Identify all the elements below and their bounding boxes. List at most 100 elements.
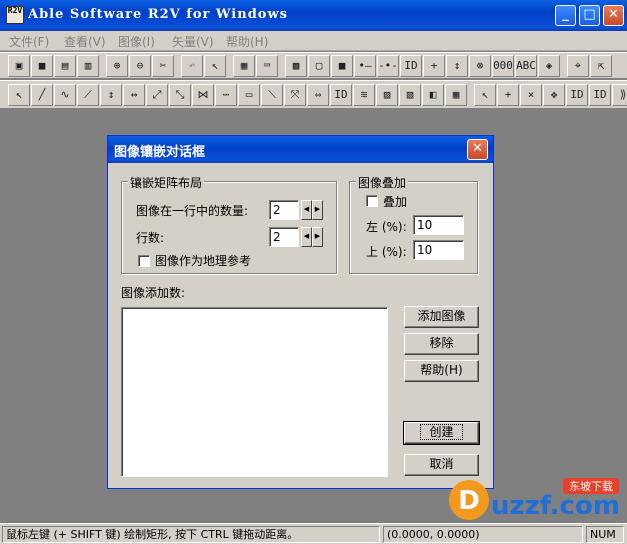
node-move-icon[interactable]: ⤢ [146,83,168,106]
save-image-icon[interactable]: ▤ [54,54,76,77]
menu-file[interactable]: 文件(F) [9,33,49,50]
remove-point-icon[interactable]: × [520,83,542,106]
menu-help[interactable]: 帮助(H) [226,33,268,50]
menu-image[interactable]: 图像(I) [118,33,155,50]
zoom-out-icon[interactable]: ⊖ [129,54,151,77]
line-tool-icon[interactable]: ⟋ [77,83,99,106]
rows-decrease[interactable]: ◀ [301,227,312,247]
more-icon[interactable]: ⟫ [612,83,627,106]
matrix-layout-group-label: 镶嵌矩阵布局 [128,174,205,191]
contour-icon[interactable]: ≋ [353,83,375,106]
horizontal-split-icon[interactable]: ↔ [123,83,145,106]
window-title: Able Software R2V for Windows [28,7,288,22]
left-percent-field[interactable]: 10 [413,215,464,235]
menu-vector[interactable]: 矢量(V) [172,33,214,50]
vector-id-icon[interactable]: ID [589,83,611,106]
images-per-row-label: 图像在一行中的数量: [136,204,249,218]
title-bar: R2V Able Software R2V for Windows _ □ ✕ [0,0,627,31]
smooth-icon[interactable]: ⋯ [215,83,237,106]
move-point-icon[interactable]: ✥ [543,83,565,106]
images-per-row-decrease[interactable]: ◀ [301,200,312,220]
save-icon[interactable]: ■ [31,54,53,77]
overlay-group-label: 图像叠加 [356,174,409,191]
hatch-icon[interactable]: ▨ [376,83,398,106]
diagonal-icon[interactable]: ⟍ [261,83,283,106]
watermark-letter: D [458,486,480,516]
ooo-icon[interactable]: 000 [492,54,514,77]
join-icon[interactable]: ⤡ [169,83,191,106]
delete-point-icon[interactable]: ⊗ [469,54,491,77]
minimize-button[interactable]: _ [555,5,576,26]
left-percent-label: 左 (%): [366,220,407,234]
draw-line-icon[interactable]: ╱ [31,83,53,106]
rows-field[interactable]: 2 [269,227,299,247]
dialog-title-bar: 图像镶嵌对话框 ✕ [108,136,493,163]
id-icon[interactable]: ID [400,54,422,77]
grid-icon[interactable]: ▦ [233,54,255,77]
vector-edit-icon[interactable]: ↖ [8,83,30,106]
break-icon[interactable]: ⋈ [192,83,214,106]
undo-icon[interactable]: ↶ [181,54,203,77]
remove-button[interactable]: 移除 [404,333,479,355]
open-icon[interactable]: ▣ [8,54,30,77]
menu-view[interactable]: 查看(V) [64,33,106,50]
vertical-split-icon[interactable]: ↕ [100,83,122,106]
mosaic-dialog: 图像镶嵌对话框 ✕ 镶嵌矩阵布局 图像在一行中的数量: 2 ◀ ▶ 行数: 2 … [107,135,494,489]
watermark-text: uzzf.com [491,491,620,521]
status-num: NUM [586,526,624,543]
hatch2-icon[interactable]: ▧ [399,83,421,106]
measure-icon[interactable]: ⌖ [567,54,589,77]
polygon-icon[interactable]: ◧ [422,83,444,106]
keyboard-icon[interactable]: ⌨ [256,54,278,77]
expand-icon[interactable]: ⤧ [284,83,306,106]
lasso-icon[interactable]: ∿ [54,83,76,106]
select-arrow-icon[interactable]: ↖ [204,54,226,77]
menu-bar: 文件(F) 查看(V) 图像(I) 矢量(V) 帮助(H) [0,31,627,51]
top-percent-label: 上 (%): [366,245,407,259]
select-add-icon[interactable]: ↖ [474,83,496,106]
add-point-icon[interactable]: + [497,83,519,106]
create-button[interactable]: 创建 [403,421,480,445]
hfit-icon[interactable]: ⇔ [307,83,329,106]
rows-increase[interactable]: ▶ [312,227,323,247]
georef-checkbox[interactable] [138,255,150,267]
dialog-close-button[interactable]: ✕ [467,139,488,160]
target-icon[interactable]: ◈ [538,54,560,77]
fit-icon[interactable]: ▩ [285,54,307,77]
fill-icon[interactable]: ■ [331,54,353,77]
top-percent-field[interactable]: 10 [413,240,464,260]
close-button[interactable]: ✕ [603,5,624,26]
dialog-title: 图像镶嵌对话框 [114,145,206,160]
create-button-label: 创建 [420,424,463,440]
status-hint: 鼠标左键 (+ SHIFT 键) 绘制矩形, 按下 CTRL 键拖动距离。 [2,526,380,543]
save-vector-icon[interactable]: ▥ [77,54,99,77]
cancel-button[interactable]: 取消 [404,454,479,476]
point-id-icon[interactable]: ↕ [446,54,468,77]
image-list[interactable] [121,307,388,477]
rectangle-icon[interactable]: ▭ [238,83,260,106]
status-coordinates: (0.0000, 0.0000) [383,526,583,543]
add-image-button[interactable]: 添加图像 [404,306,479,328]
georef-label: 图像作为地理参考 [155,254,252,268]
images-per-row-increase[interactable]: ▶ [312,200,323,220]
watermark-badge: 东坡下载 [569,480,613,493]
frame-icon[interactable]: ▢ [308,54,330,77]
zoom-in-icon[interactable]: ⊕ [106,54,128,77]
maximize-button[interactable]: □ [579,5,600,26]
cut-icon[interactable]: ✂ [152,54,174,77]
pick-icon[interactable]: ⇱ [590,54,612,77]
abc-icon[interactable]: ABC [515,54,537,77]
label-id-icon[interactable]: ID [330,83,352,106]
mesh-icon[interactable]: ▦ [445,83,467,106]
image-list-label: 图像添加数: [121,286,186,300]
overlay-checkbox[interactable] [366,195,378,207]
segment-icon[interactable]: -•- [377,54,399,77]
help-button[interactable]: 帮助(H) [404,360,479,382]
node-id-icon[interactable]: ID [566,83,588,106]
overlay-label: 叠加 [383,195,408,209]
images-per-row-field[interactable]: 2 [269,200,299,220]
app-icon: R2V [6,6,24,24]
line-node-icon[interactable]: •— [354,54,376,77]
status-bar: 鼠标左键 (+ SHIFT 键) 绘制矩形, 按下 CTRL 键拖动距离。 (0… [0,523,627,544]
cross-icon[interactable]: + [423,54,445,77]
